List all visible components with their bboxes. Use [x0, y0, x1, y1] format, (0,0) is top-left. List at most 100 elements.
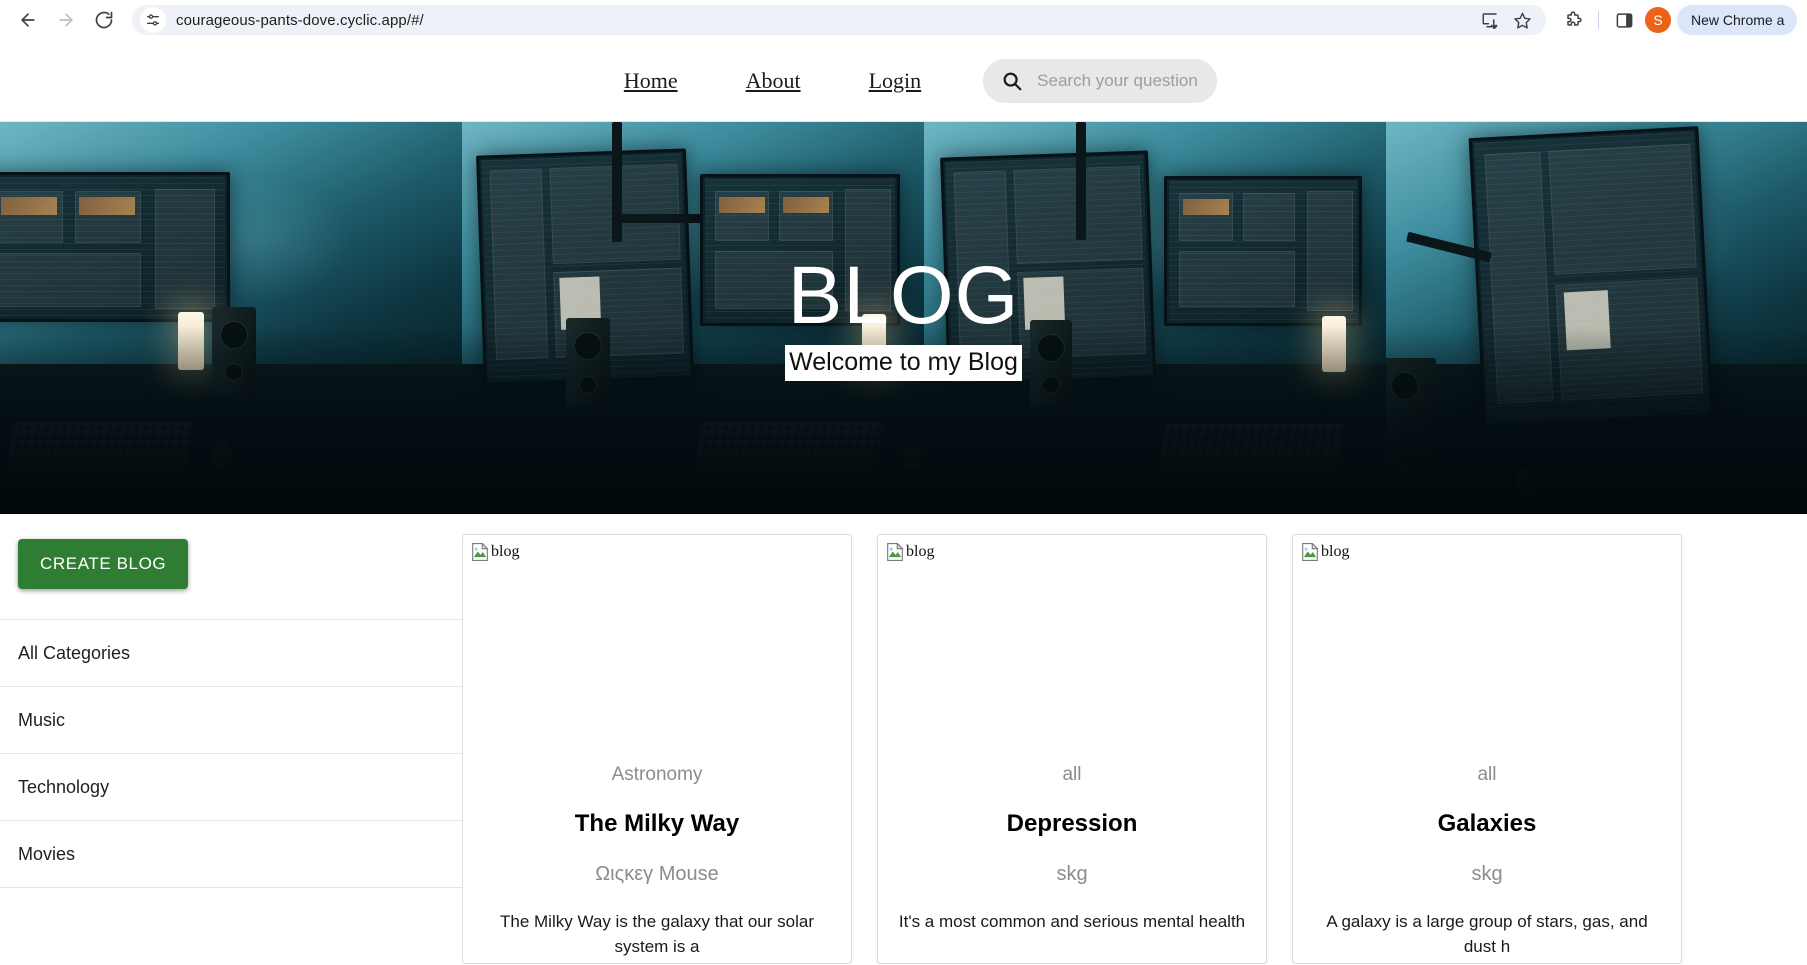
- desk-photo: [462, 122, 924, 514]
- hero-image-tile: [0, 122, 462, 514]
- install-app-icon[interactable]: [1476, 6, 1504, 34]
- address-bar-url[interactable]: courageous-pants-dove.cyclic.app/#/: [176, 12, 424, 29]
- puzzle-piece-icon[interactable]: [1558, 5, 1588, 35]
- card-body: all Depression skg It's a most common an…: [878, 760, 1266, 963]
- speaker-icon: [566, 318, 610, 406]
- card-title: The Milky Way: [574, 810, 740, 837]
- blog-card-grid: blog Astronomy The Milky Way Ωιςκεγ Mous…: [462, 514, 1807, 964]
- card-author: skg: [1471, 863, 1503, 885]
- monitor-icon: [940, 150, 1156, 386]
- speaker-icon: [1030, 320, 1072, 406]
- card-excerpt: A galaxy is a large group of stars, gas,…: [1326, 912, 1648, 956]
- toolbar-divider: [1598, 11, 1599, 29]
- create-blog-button[interactable]: CREATE BLOG: [18, 539, 189, 589]
- monitor-arm-icon: [1076, 122, 1086, 240]
- nav-link-home[interactable]: Home: [590, 69, 712, 92]
- blog-card[interactable]: blog all Depression skg It's a most comm…: [877, 534, 1267, 964]
- monitor-arm-icon: [612, 214, 702, 223]
- main-content: CREATE BLOG All Categories Music Technol…: [0, 514, 1807, 965]
- hero-image-tile: [462, 122, 924, 514]
- category-label: Technology: [18, 776, 110, 797]
- reload-button[interactable]: [86, 2, 122, 38]
- card-body: all Galaxies skg A galaxy is a large gro…: [1293, 760, 1681, 963]
- monitor-icon: [476, 148, 694, 386]
- desk-surface: [924, 364, 1386, 514]
- mouse-icon: [1516, 468, 1536, 496]
- card-author: skg: [1056, 863, 1088, 885]
- broken-image-icon: blog: [886, 542, 934, 561]
- monitor-icon: [1164, 176, 1362, 326]
- desk-surface: [462, 364, 924, 514]
- sidebar-item-movies[interactable]: Movies: [0, 821, 462, 888]
- desk-surface: [0, 364, 462, 514]
- monitor-icon: [700, 174, 900, 326]
- blog-card[interactable]: blog all Galaxies skg A galaxy is a larg…: [1292, 534, 1682, 964]
- category-label: Movies: [18, 843, 76, 864]
- monitor-icon: [0, 172, 230, 322]
- tune-icon[interactable]: [140, 7, 166, 33]
- address-bar[interactable]: courageous-pants-dove.cyclic.app/#/: [132, 5, 1546, 35]
- blog-card[interactable]: blog Astronomy The Milky Way Ωιςκεγ Mous…: [462, 534, 852, 964]
- sidebar-item-music[interactable]: Music: [0, 687, 462, 754]
- nav-link-about[interactable]: About: [712, 69, 835, 92]
- site-navigation: Home About Login: [0, 40, 1807, 122]
- search-box[interactable]: [983, 58, 1218, 103]
- lamp-icon: [862, 314, 886, 370]
- card-excerpt: The Milky Way is the galaxy that our sol…: [500, 912, 814, 956]
- sidebar-item-all-categories[interactable]: All Categories: [0, 620, 462, 687]
- browser-actions: S New Chrome a: [1548, 5, 1797, 35]
- browser-toolbar: courageous-pants-dove.cyclic.app/#/ S Ne…: [0, 0, 1807, 40]
- card-excerpt: It's a most common and serious mental he…: [898, 912, 1246, 931]
- card-title: Galaxies: [1437, 810, 1537, 837]
- desk-photo: [1386, 122, 1807, 514]
- sidebar: CREATE BLOG All Categories Music Technol…: [0, 514, 462, 888]
- mouse-icon: [902, 442, 922, 470]
- category-label: All Categories: [18, 642, 131, 663]
- hero-image-tile: [924, 122, 1386, 514]
- broken-image-glyph: [886, 542, 904, 561]
- keyboard-icon: [694, 422, 884, 470]
- monitor-icon: [1468, 126, 1714, 428]
- search-input[interactable]: [1037, 70, 1200, 91]
- hero-image-carousel[interactable]: [0, 122, 1807, 514]
- keyboard-icon: [6, 422, 194, 470]
- desk-photo: [0, 122, 462, 514]
- monitor-arm-icon: [1406, 231, 1492, 263]
- speaker-icon: [212, 307, 256, 393]
- back-button[interactable]: [10, 2, 46, 38]
- broken-image-icon: blog: [471, 542, 520, 561]
- speaker-icon: [1386, 358, 1436, 478]
- lamp-icon: [1322, 316, 1346, 372]
- broken-image-glyph: [1301, 542, 1319, 561]
- desk-surface: [1386, 364, 1807, 514]
- card-image: blog: [463, 535, 851, 760]
- card-category: all: [1062, 764, 1082, 785]
- star-icon[interactable]: [1508, 6, 1536, 34]
- nav-link-login[interactable]: Login: [835, 69, 956, 92]
- category-list: All Categories Music Technology Movies: [0, 619, 462, 888]
- card-image-alt: blog: [491, 543, 520, 560]
- search-icon: [1001, 70, 1023, 92]
- hero-banner: BLOG Welcome to my Blog: [0, 122, 1807, 514]
- keyboard-icon: [1158, 424, 1346, 470]
- desk-photo: [924, 122, 1386, 514]
- avatar[interactable]: S: [1645, 7, 1671, 33]
- card-author: Ωιςκεγ Mouse: [595, 863, 719, 885]
- category-label: Music: [18, 709, 66, 730]
- mouse-icon: [212, 440, 232, 468]
- forward-button[interactable]: [48, 2, 84, 38]
- monitor-arm-icon: [612, 122, 622, 242]
- profile-pill[interactable]: New Chrome a: [1677, 5, 1797, 35]
- card-image: blog: [1293, 535, 1681, 760]
- lamp-icon: [178, 312, 204, 370]
- broken-image-glyph: [471, 542, 489, 561]
- side-panel-icon[interactable]: [1609, 5, 1639, 35]
- broken-image-icon: blog: [1301, 542, 1350, 561]
- card-image-alt: blog: [1321, 543, 1350, 560]
- card-title: Depression: [1006, 810, 1138, 837]
- hero-image-tile: [1386, 122, 1807, 514]
- sidebar-item-technology[interactable]: Technology: [0, 754, 462, 821]
- card-body: Astronomy The Milky Way Ωιςκεγ Mouse The…: [463, 760, 851, 963]
- card-category: all: [1477, 764, 1497, 785]
- card-image: blog: [878, 535, 1266, 760]
